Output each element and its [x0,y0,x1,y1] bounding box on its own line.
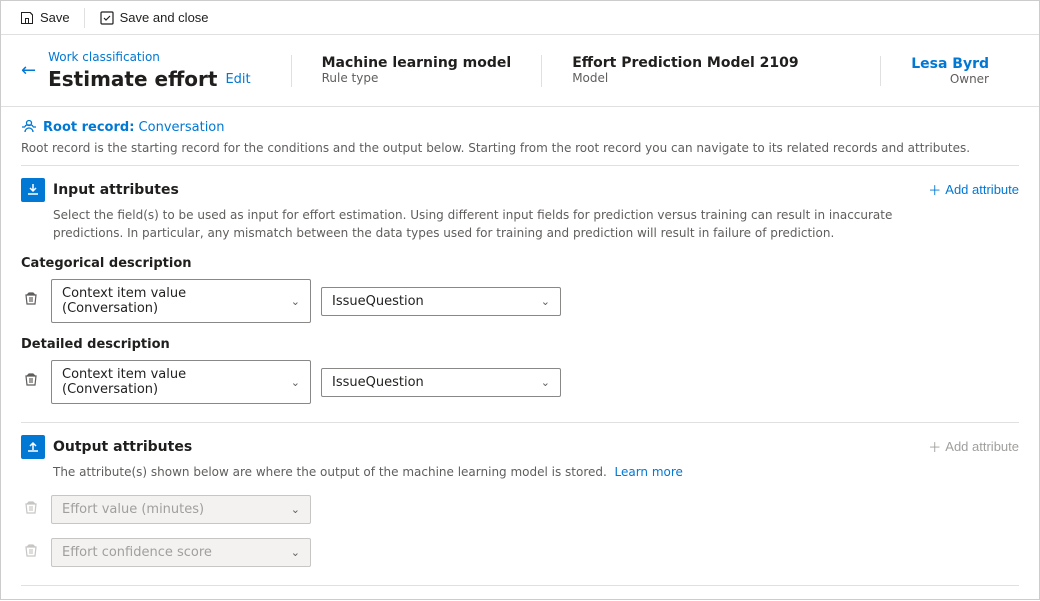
output-add-attribute-button: ＋ Add attribute [928,437,1019,456]
categorical-description-label: Categorical description [21,256,1019,271]
input-section-title: Input attributes [53,182,179,198]
page-title: Estimate effort [48,67,217,91]
save-button[interactable]: Save [13,6,76,30]
output-field2-select: Effort confidence score ⌄ [51,538,311,567]
save-icon [19,10,35,26]
header-field-model: Effort Prediction Model 2109 Model [541,55,828,87]
input-section-header: Input attributes Select the field(s) to … [21,178,1019,242]
chevron-down-icon: ⌄ [541,295,550,308]
back-button[interactable]: ← [21,60,36,81]
categorical-delete-icon[interactable] [21,291,41,311]
header-field-ruletype-value: Machine learning model [322,55,512,71]
toolbar: Save Save and close [1,1,1039,35]
header-field-model-label: Model [572,71,798,85]
toolbar-divider [84,8,85,28]
detailed-field2-select[interactable]: IssueQuestion ⌄ [321,368,561,397]
output-section-icon [21,435,45,459]
chevron-down-icon: ⌄ [291,546,300,559]
save-close-icon [99,10,115,26]
chevron-down-icon: ⌄ [291,295,300,308]
breadcrumb-link[interactable]: Work classification [48,50,160,64]
learn-more-link[interactable]: Learn more [614,465,682,479]
chevron-down-icon: ⌄ [541,376,550,389]
output-attributes-section: Output attributes The attribute(s) shown… [21,423,1019,586]
output-field1-select: Effort value (minutes) ⌄ [51,495,311,524]
main-content: Root record: Conversation Root record is… [1,107,1039,601]
categorical-description-row: Context item value (Conversation) ⌄ Issu… [21,279,1019,323]
output-row-2: Effort confidence score ⌄ [21,538,1019,567]
detailed-description-group: Detailed description Context item value … [21,337,1019,404]
save-close-button[interactable]: Save and close [93,6,215,30]
detailed-delete-icon[interactable] [21,372,41,392]
input-section-icon [21,178,45,202]
header-field-model-value: Effort Prediction Model 2109 [572,55,798,71]
root-record-desc: Root record is the starting record for t… [21,139,1019,157]
root-record-label: Root record: Conversation [43,120,225,135]
detailed-field1-select[interactable]: Context item value (Conversation) ⌄ [51,360,311,404]
categorical-field1-select[interactable]: Context item value (Conversation) ⌄ [51,279,311,323]
categorical-field2-select[interactable]: IssueQuestion ⌄ [321,287,561,316]
detailed-description-label: Detailed description [21,337,1019,352]
output-delete-icon-1[interactable] [21,500,41,520]
input-section-title-area: Input attributes Select the field(s) to … [21,178,928,242]
download-icon [26,183,40,197]
categorical-description-group: Categorical description Context item val… [21,256,1019,323]
header-field-ruletype: Machine learning model Rule type [291,55,542,87]
header-field-ruletype-label: Rule type [322,71,512,85]
output-field-group-1: Effort value (minutes) ⌄ [21,495,1019,524]
output-section-title: Output attributes [53,439,192,455]
input-section-desc: Select the field(s) to be used as input … [53,206,928,242]
root-record-icon [21,119,37,135]
output-delete-icon-2[interactable] [21,543,41,563]
edit-link[interactable]: Edit [225,72,250,87]
output-section-title-area: Output attributes The attribute(s) shown… [21,435,683,481]
output-section-header: Output attributes The attribute(s) shown… [21,435,1019,481]
output-section-title-row: Output attributes [21,435,683,459]
input-add-attribute-button[interactable]: ＋ Add attribute [928,180,1019,199]
breadcrumb-section: Work classification Estimate effort Edit [48,50,251,91]
detailed-description-row: Context item value (Conversation) ⌄ Issu… [21,360,1019,404]
chevron-down-icon: ⌄ [291,503,300,516]
header-owner: Lesa Byrd Owner [880,56,1019,86]
root-record-section: Root record: Conversation Root record is… [21,107,1019,166]
input-section-title-row: Input attributes [21,178,928,202]
upload-icon [26,440,40,454]
owner-name[interactable]: Lesa Byrd [911,56,989,72]
output-row-1: Effort value (minutes) ⌄ [21,495,1019,524]
output-field-group-2: Effort confidence score ⌄ [21,538,1019,567]
root-record-title: Root record: Conversation [21,119,1019,135]
input-attributes-section: Input attributes Select the field(s) to … [21,166,1019,423]
output-section-desc: The attribute(s) shown below are where t… [53,463,683,481]
owner-label: Owner [911,72,989,86]
chevron-down-icon: ⌄ [291,376,300,389]
page-header: ← Work classification Estimate effort Ed… [1,35,1039,107]
